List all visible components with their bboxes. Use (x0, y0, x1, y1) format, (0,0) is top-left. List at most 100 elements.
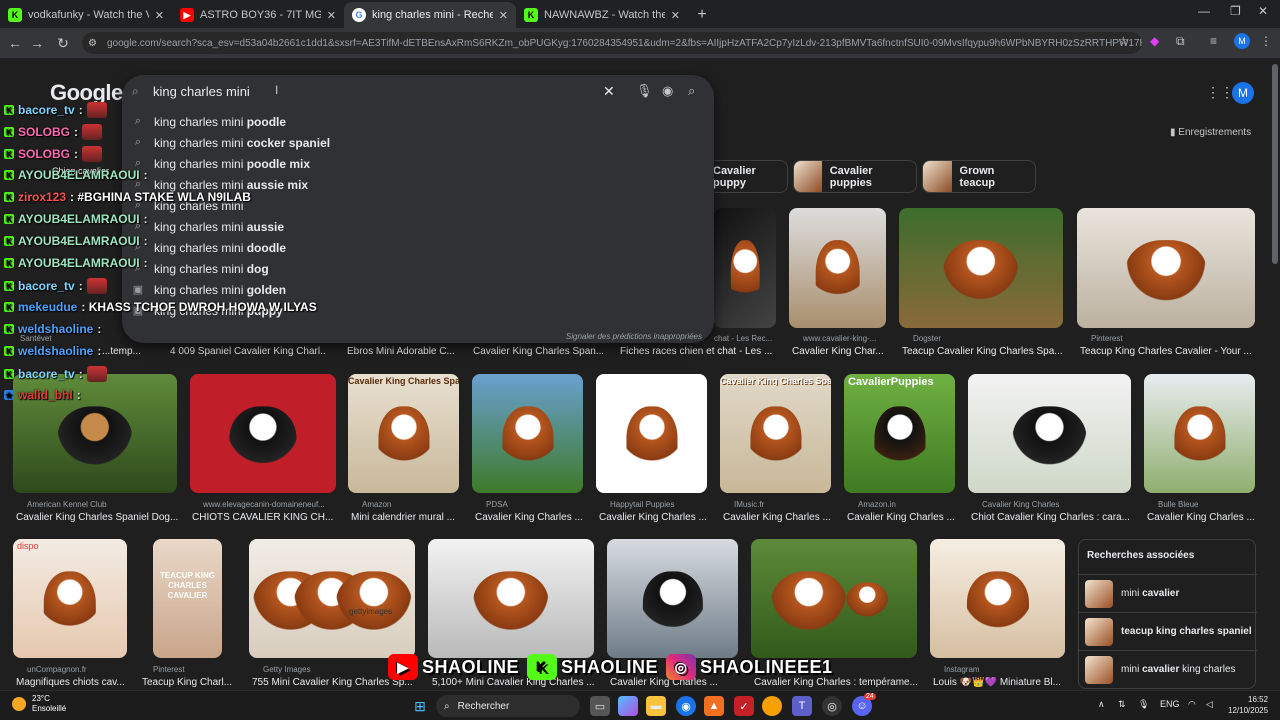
image-result[interactable]: Cavalier King Charles Spaniel (348, 374, 459, 493)
result-title[interactable]: Cavalier King Charles ... (599, 512, 709, 523)
language-indicator[interactable]: ENG (1160, 699, 1180, 709)
image-result[interactable] (1144, 374, 1255, 493)
menu-kebab-icon[interactable]: ⋮ (1260, 34, 1272, 48)
close-icon[interactable]: ✕ (155, 9, 164, 22)
image-result[interactable] (968, 374, 1131, 493)
chip-cavalier-puppies[interactable]: Cavalier puppies (793, 160, 917, 193)
tab-nawnawbz[interactable]: K NAWNAWBZ - Watch the VOD ✕ (516, 2, 688, 28)
result-title[interactable]: Cavalier King Charles ... (475, 512, 585, 523)
chip-cavalier-puppy[interactable]: Cavalier puppy (704, 160, 788, 193)
tray-chevron-icon[interactable]: ∧ (1098, 699, 1105, 710)
image-result[interactable]: dispo (13, 539, 127, 658)
apps-grid-icon[interactable]: ⋮⋮ (1206, 84, 1234, 101)
site-info-icon[interactable]: ⚙ (88, 38, 97, 49)
reload-icon[interactable]: ↻ (52, 35, 74, 52)
file-explorer-icon[interactable]: ▬ (646, 696, 666, 716)
network-icon[interactable]: ⇅ (1118, 699, 1126, 710)
new-tab-button[interactable]: + (688, 2, 716, 28)
clock[interactable]: 16:52 12/10/2025 (1228, 694, 1268, 716)
back-icon[interactable]: ← (4, 35, 26, 51)
downloads-icon[interactable]: ≡ (1210, 34, 1217, 48)
image-result[interactable] (1077, 208, 1255, 328)
chip-thumb (923, 161, 952, 192)
result-title[interactable]: Fiches races chien et chat - Les ... (620, 346, 776, 357)
app-icon[interactable]: ✓ (734, 696, 754, 716)
result-title[interactable]: Cavalier King Charles ... (847, 512, 957, 523)
browser-icon[interactable] (762, 696, 782, 716)
image-result[interactable] (472, 374, 583, 493)
result-source: PDSA (486, 500, 508, 509)
account-avatar[interactable]: M (1232, 82, 1254, 104)
scrollbar-thumb[interactable] (1272, 64, 1278, 264)
result-title[interactable]: Teacup King Charles Cavalier - Your ... (1080, 346, 1258, 357)
image-result[interactable]: CavalierPuppies (844, 374, 955, 493)
image-result[interactable] (607, 539, 738, 658)
result-title[interactable]: Magnifiques chiots cav... (16, 677, 127, 688)
obs-icon[interactable]: ◎ (822, 696, 842, 716)
image-result[interactable]: gettyimages (249, 539, 415, 658)
tab-google-search[interactable]: G king charles mini - Recherche G ✕ (344, 2, 516, 28)
result-title[interactable]: Louis 🐶👑💜 Miniature Bl... (933, 677, 1065, 688)
copilot-icon[interactable] (618, 696, 638, 716)
close-icon[interactable]: ✕ (499, 9, 508, 22)
banner-youtube: ▶ SHAOLINE (388, 654, 519, 680)
related-item[interactable]: mini cavalier (1079, 574, 1257, 612)
tab-astro-boy[interactable]: ▶ ASTRO BOY36 - 7IT MGHARBA ✕ (172, 2, 344, 28)
address-bar[interactable]: ⚙ google.com/search?sca_esv=d53a04b2661c… (82, 32, 1142, 54)
minimize-icon[interactable]: — (1198, 4, 1210, 18)
chip-grown-teacup[interactable]: Grown teacup (922, 160, 1036, 193)
result-title[interactable]: Cavalier King Char... (792, 346, 888, 357)
result-title[interactable]: Ebros Mini Adorable C... (347, 346, 463, 357)
chrome-icon[interactable]: ◉ (676, 696, 696, 716)
forward-icon[interactable]: → (26, 35, 48, 51)
result-title[interactable]: CHIOTS CAVALIER KING CH... (192, 512, 336, 523)
result-title[interactable]: Cavalier King Charles ... (723, 512, 833, 523)
image-result[interactable] (751, 539, 917, 658)
result-title[interactable]: Cavalier King Charles Span... (473, 346, 603, 357)
result-title[interactable]: Chiot Cavalier King Charles : cara... (971, 512, 1131, 523)
result-title[interactable]: Mini calendrier mural ... (351, 512, 461, 523)
windows-start-icon[interactable]: ⊞ (410, 696, 430, 716)
image-result[interactable] (714, 208, 776, 328)
vlc-icon[interactable]: ▲ (704, 696, 724, 716)
search-input[interactable] (153, 84, 573, 99)
image-result[interactable] (899, 208, 1063, 328)
extension-icon[interactable]: ◆ (1150, 34, 1159, 48)
tab-vodkafunky[interactable]: K vodkafunky - Watch the VOD o ✕ (0, 2, 172, 28)
close-icon[interactable]: ✕ (671, 9, 680, 22)
result-title[interactable]: Teacup King Charl... (142, 677, 234, 688)
related-item[interactable]: mini cavalier king charles (1079, 650, 1257, 688)
extensions-puzzle-icon[interactable]: ⧉ (1176, 34, 1185, 49)
microphone-icon[interactable]: 🎙 (636, 83, 653, 99)
taskbar-search[interactable]: ⌕ Rechercher (436, 695, 580, 717)
window-close-icon[interactable]: ✕ (1258, 4, 1268, 18)
close-icon[interactable]: ✕ (327, 9, 336, 22)
image-result[interactable] (428, 539, 594, 658)
microphone-icon[interactable]: 🎙 (1138, 699, 1149, 710)
profile-avatar[interactable]: M (1234, 33, 1250, 49)
weather-widget[interactable]: 23°C Ensoleillé (12, 694, 66, 714)
bookmark-star-icon[interactable]: ☆ (1118, 34, 1129, 48)
report-predictions-link[interactable]: Signaler des prédictions inappropriées (566, 332, 702, 341)
image-result[interactable] (596, 374, 707, 493)
result-title[interactable]: Teacup Cavalier King Charles Spa... (902, 346, 1062, 357)
volume-icon[interactable]: ◁ (1206, 699, 1213, 710)
teams-icon[interactable]: T (792, 696, 812, 716)
image-result[interactable] (789, 208, 886, 328)
clear-icon[interactable]: ✕ (603, 83, 615, 100)
image-result[interactable] (930, 539, 1065, 658)
image-result[interactable]: Cavalier King Charles Spaniel (720, 374, 831, 493)
related-item[interactable]: teacup king charles spaniel (1079, 612, 1257, 650)
search-submit-icon[interactable]: ⌕ (688, 83, 695, 99)
result-title[interactable]: Cavalier King Charles Spaniel Dog... (16, 512, 178, 523)
saved-link[interactable]: ▮ Enregistrements (1170, 127, 1251, 138)
result-title[interactable]: Cavalier King Charles ... (1147, 512, 1257, 523)
kick-icon: K (4, 236, 14, 246)
wifi-icon[interactable]: ◠ (1188, 699, 1196, 710)
lens-icon[interactable]: ◉ (662, 83, 673, 99)
maximize-icon[interactable]: ❐ (1230, 4, 1241, 18)
image-result[interactable]: TEACUP KING CHARLES CAVALIER (153, 539, 222, 658)
emote-icon (86, 102, 107, 118)
task-view-icon[interactable]: ▭ (590, 696, 610, 716)
result-source: American Kennel Club (27, 500, 107, 509)
